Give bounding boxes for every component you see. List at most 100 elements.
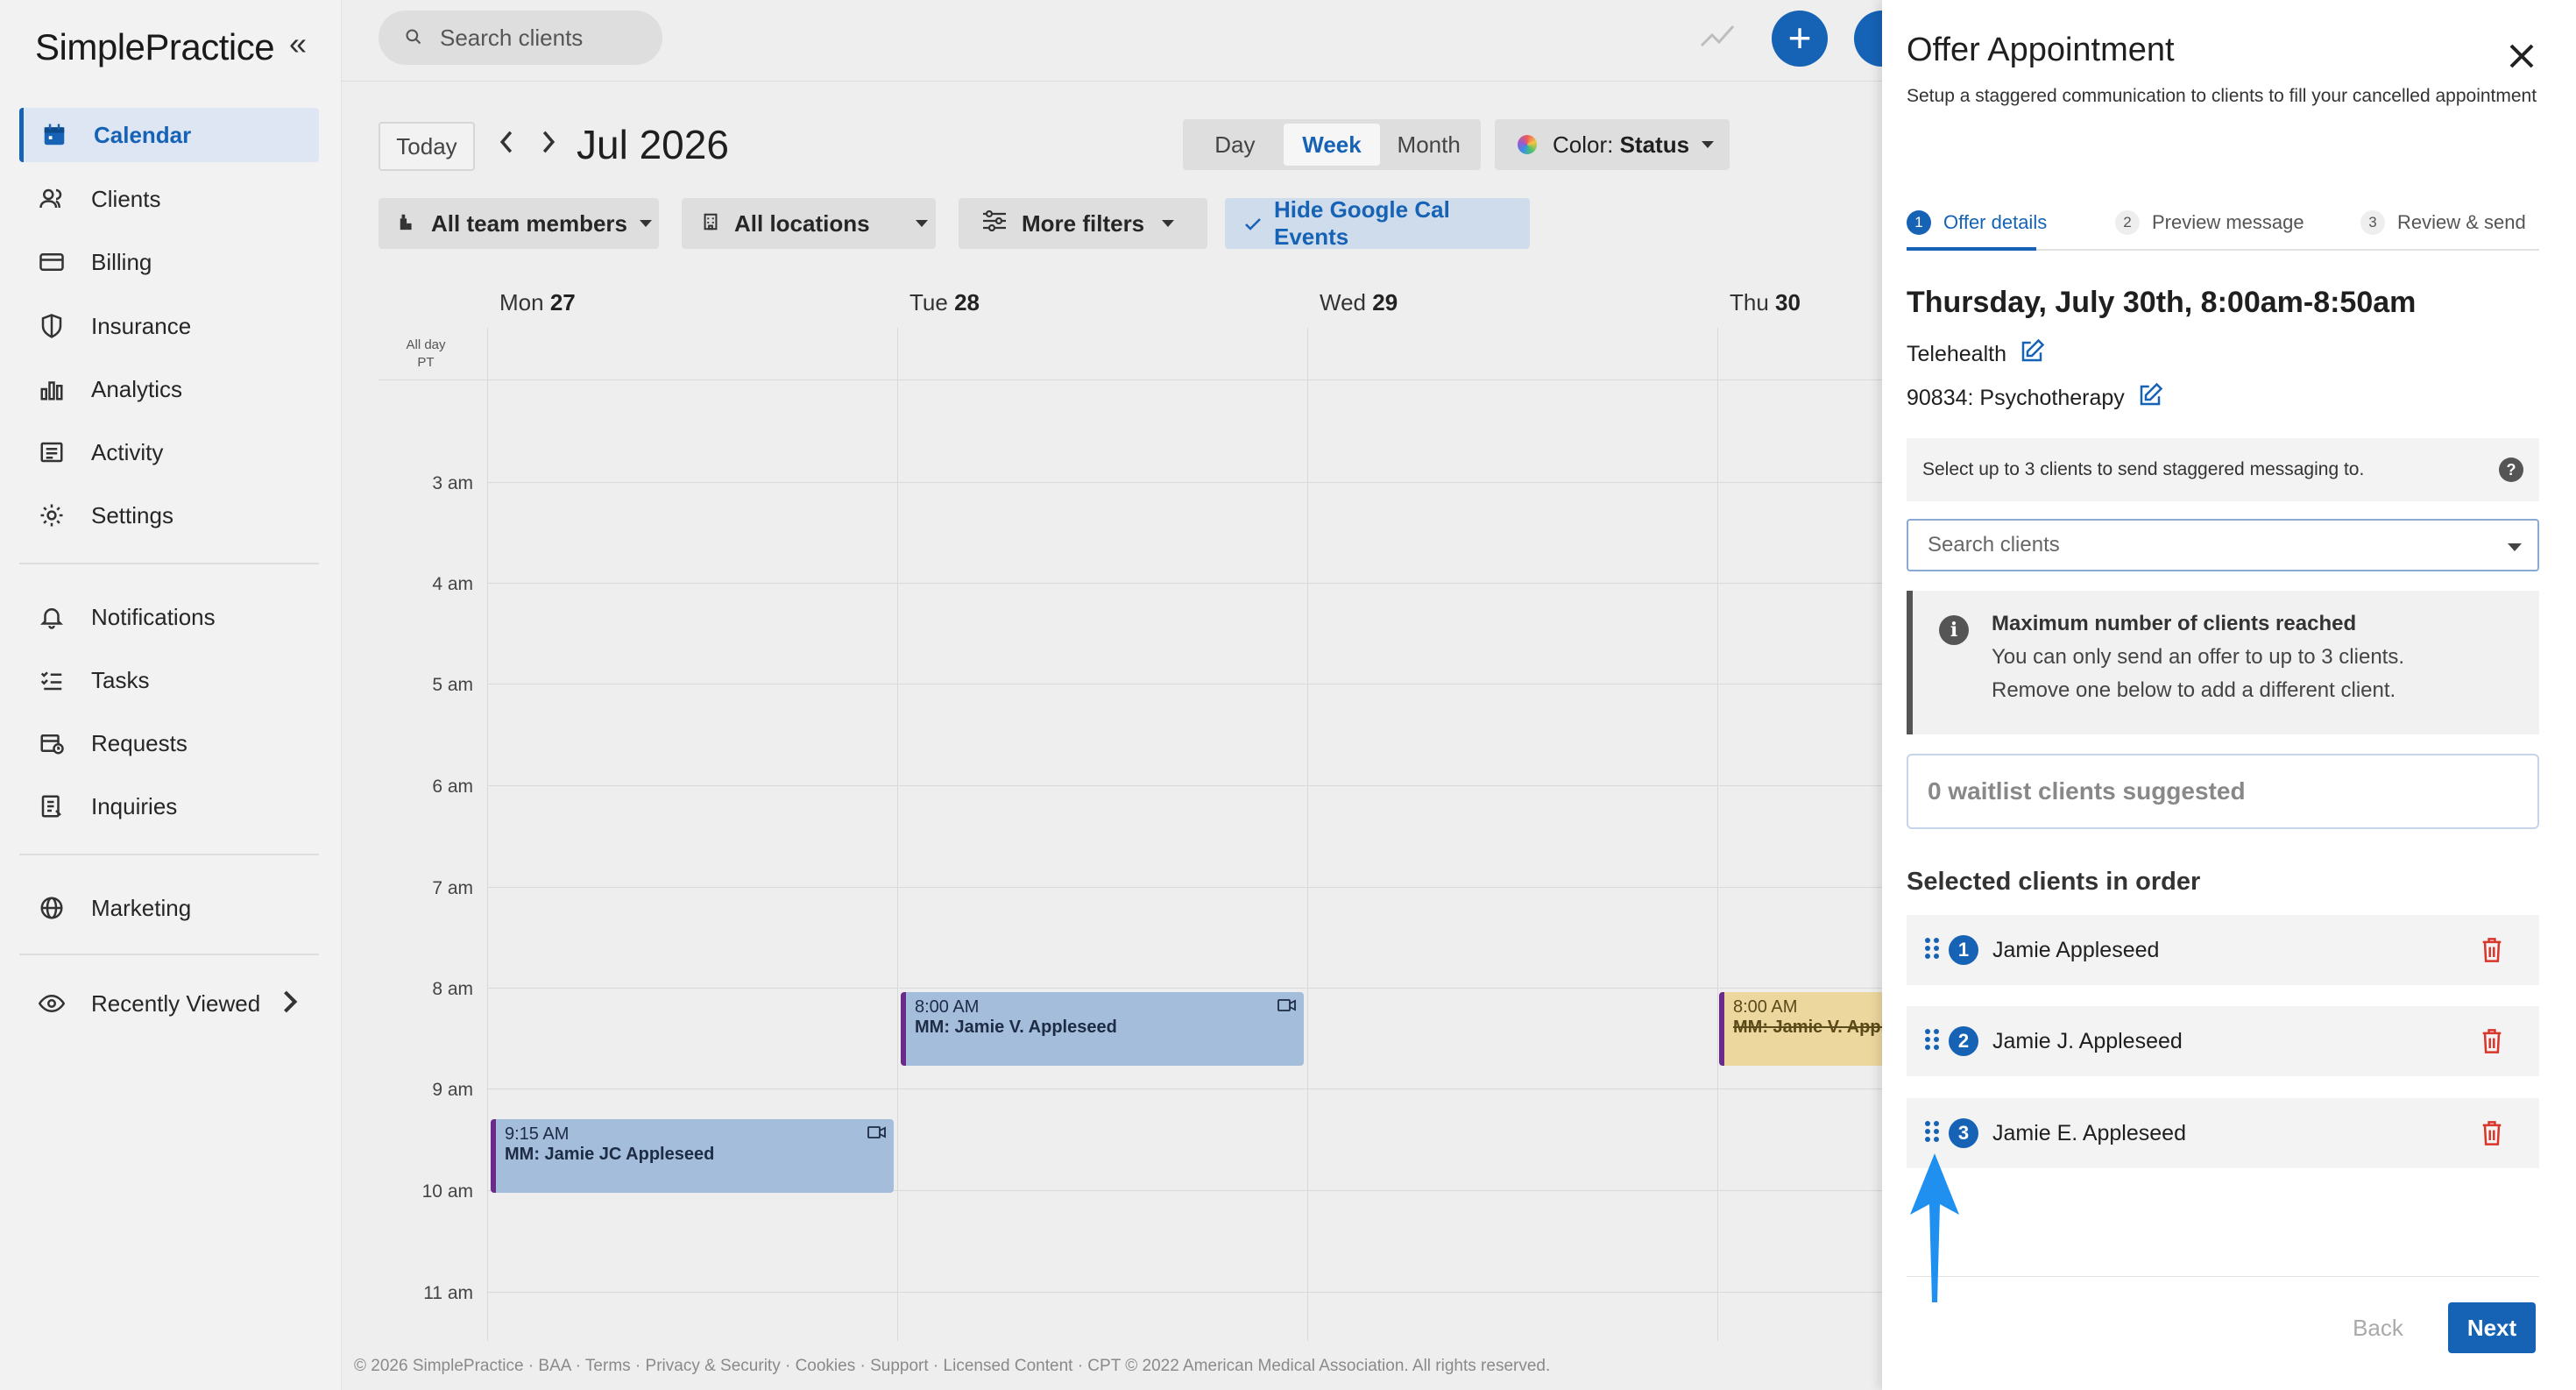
day-name: Thu — [1730, 289, 1769, 316]
step-number: 1 — [1907, 210, 1931, 235]
sidebar-divider — [19, 563, 319, 564]
time-label: 11 am — [423, 1283, 473, 1303]
time-label: 10 am — [421, 1181, 473, 1202]
step-number: 3 — [2360, 210, 2385, 235]
sidebar-item-inquiries[interactable]: Inquiries — [19, 779, 319, 833]
day-name: Mon — [499, 289, 544, 316]
client-name: Jamie J. Appleseed — [1992, 1028, 2183, 1053]
sidebar-item-label: Billing — [91, 248, 152, 275]
selected-client-row[interactable]: 2 Jamie J. Appleseed — [1907, 1006, 2539, 1076]
inquiries-icon — [37, 791, 67, 821]
order-badge: 1 — [1949, 935, 1978, 965]
step-offer-details[interactable]: 1 Offer details — [1907, 205, 2047, 240]
grid-column-line — [487, 328, 488, 1341]
sidebar-item-marketing[interactable]: Marketing — [19, 881, 319, 935]
sliders-icon — [981, 209, 1008, 238]
trash-icon[interactable] — [2480, 1027, 2504, 1060]
team-members-filter[interactable]: All team members — [379, 198, 659, 249]
day-number: 30 — [1775, 289, 1801, 316]
prev-week-button[interactable] — [498, 128, 515, 163]
app-logo[interactable]: SimplePractice — [35, 26, 275, 68]
alert-line: You can only send an offer to up to 3 cl… — [1992, 645, 2404, 669]
collapse-sidebar-icon[interactable]: « — [280, 26, 315, 61]
drawer-footer-divider — [1907, 1276, 2539, 1277]
help-icon[interactable]: ? — [2499, 457, 2523, 482]
day-header-wed[interactable]: Wed 29 — [1320, 289, 1398, 316]
hide-google-cal-toggle[interactable]: Hide Google Cal Events — [1225, 196, 1530, 250]
view-switcher: Day Week Month — [1183, 119, 1481, 170]
alert-title: Maximum number of clients reached — [1992, 612, 2357, 635]
sidebar-item-label: Insurance — [91, 312, 192, 339]
edit-location-icon[interactable] — [2019, 338, 2045, 371]
allday-label: All day PT — [382, 337, 470, 372]
next-button[interactable]: Next — [2448, 1302, 2536, 1353]
event-title: MM: Jamie V. Appleseed — [915, 1018, 1117, 1037]
create-new-button[interactable]: + — [1772, 11, 1828, 67]
view-day-button[interactable]: Day — [1186, 124, 1284, 166]
sidebar-item-billing[interactable]: Billing — [19, 235, 319, 289]
tasks-icon — [37, 665, 67, 695]
close-icon[interactable] — [2501, 35, 2543, 77]
step-preview-message[interactable]: 2 Preview message — [2115, 205, 2304, 240]
sidebar-item-label: Marketing — [91, 894, 192, 921]
color-status-dropdown[interactable]: Color: Status — [1495, 119, 1730, 170]
caret-down-icon — [1702, 141, 1715, 148]
time-label: 9 am — [432, 1080, 473, 1100]
requests-icon — [37, 728, 67, 758]
selected-client-row[interactable]: 3 Jamie E. Appleseed — [1907, 1098, 2539, 1168]
back-button[interactable]: Back — [2336, 1302, 2420, 1353]
view-week-button[interactable]: Week — [1283, 124, 1381, 166]
shield-icon — [37, 311, 67, 341]
grid-line — [379, 379, 1884, 380]
annotation-arrow-icon — [1908, 1153, 1961, 1307]
step-label: Offer details — [1943, 211, 2048, 233]
sidebar-item-clients[interactable]: Clients — [19, 172, 319, 226]
sidebar-item-requests[interactable]: Requests — [19, 716, 319, 770]
locations-filter[interactable]: All locations — [682, 198, 936, 249]
sidebar-item-label: Recently Viewed — [91, 989, 261, 1017]
drag-handle-icon[interactable] — [1922, 1118, 1942, 1149]
sidebar-item-activity[interactable]: Activity — [19, 425, 319, 479]
next-week-button[interactable] — [540, 128, 557, 163]
sidebar-item-analytics[interactable]: Analytics — [19, 362, 319, 416]
more-filters-button[interactable]: More filters — [959, 198, 1207, 249]
sidebar-item-calendar[interactable]: Calendar — [19, 108, 319, 162]
drag-handle-icon[interactable] — [1922, 1026, 1942, 1057]
trend-icon[interactable] — [1700, 19, 1735, 55]
day-header-tue[interactable]: Tue 28 — [909, 289, 980, 316]
edit-service-icon[interactable] — [2137, 382, 2163, 415]
sidebar-item-settings[interactable]: Settings — [19, 488, 319, 543]
client-search-select[interactable]: Search clients — [1907, 519, 2539, 571]
appointment-event[interactable]: 9:15 AM MM: Jamie JC Appleseed — [491, 1119, 894, 1193]
global-search[interactable]: Search clients — [379, 11, 662, 65]
step-review-send[interactable]: 3 Review & send — [2360, 205, 2526, 240]
color-value: Status — [1619, 131, 1690, 158]
day-number: 27 — [549, 289, 576, 316]
sidebar-item-tasks[interactable]: Tasks — [19, 653, 319, 707]
info-icon: i — [1939, 615, 1969, 645]
grid-line — [487, 887, 1884, 888]
appointment-event[interactable]: 8:00 AM MM: Jamie V. Appleseed — [901, 992, 1304, 1066]
event-title: MM: Jamie V. Appleseed — [1733, 1018, 1884, 1037]
view-month-button[interactable]: Month — [1380, 124, 1477, 166]
event-time: 8:00 AM — [1733, 997, 1798, 1017]
waitlist-suggestions[interactable]: 0 waitlist clients suggested — [1907, 754, 2539, 829]
sidebar-item-notifications[interactable]: Notifications — [19, 590, 319, 644]
trash-icon[interactable] — [2480, 1119, 2504, 1152]
grid-line — [487, 988, 1884, 989]
day-header-thu[interactable]: Thu 30 — [1730, 289, 1801, 316]
grid-column-line — [1717, 328, 1718, 1341]
today-button[interactable]: Today — [379, 122, 475, 171]
max-clients-alert: i Maximum number of clients reached You … — [1907, 591, 2539, 734]
clients-icon — [37, 184, 67, 214]
trash-icon[interactable] — [2480, 936, 2504, 968]
grid-column-line — [1307, 328, 1308, 1341]
eye-icon — [37, 989, 67, 1018]
day-header-mon[interactable]: Mon 27 — [499, 289, 576, 316]
drag-handle-icon[interactable] — [1922, 935, 1942, 966]
time-label: 6 am — [432, 777, 473, 797]
selected-client-row[interactable]: 1 Jamie Appleseed — [1907, 915, 2539, 985]
sidebar-item-insurance[interactable]: Insurance — [19, 299, 319, 353]
sidebar-item-recently-viewed[interactable]: Recently Viewed — [19, 976, 319, 1031]
cancelled-appointment-event[interactable]: 8:00 AM MM: Jamie V. Appleseed — [1719, 992, 1884, 1066]
